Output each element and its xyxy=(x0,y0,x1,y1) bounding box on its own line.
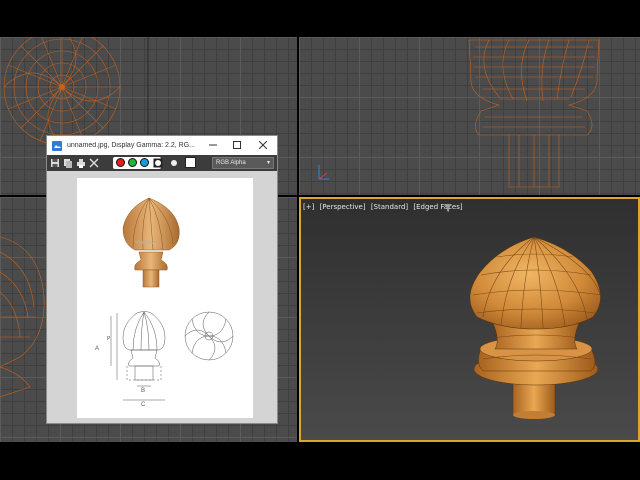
alpha-channel-icon[interactable] xyxy=(153,158,163,168)
blue-channel-icon[interactable] xyxy=(140,158,149,167)
image-canvas[interactable]: •furnite• A P B C xyxy=(47,171,277,423)
window-title: unnamed.jpg, Display Gamma: 2.2, RG... xyxy=(67,142,195,149)
image-viewer-window[interactable]: unnamed.jpg, Display Gamma: 2.2, RG... R… xyxy=(46,135,278,424)
maximize-icon[interactable] xyxy=(229,138,245,152)
watermark: •furnite• xyxy=(135,240,156,246)
front-wireframe xyxy=(318,39,600,188)
dimension-label-b: B xyxy=(141,388,146,394)
viewport-perspective[interactable]: [+] [Perspective] [Standard] [Edged Face… xyxy=(299,197,640,442)
green-channel-icon[interactable] xyxy=(128,158,137,167)
reference-image: •furnite• A P B C xyxy=(77,178,253,418)
image-file-icon xyxy=(52,140,62,151)
dimension-label-c: C xyxy=(141,402,146,408)
close-icon[interactable] xyxy=(255,138,271,152)
letterbox-top xyxy=(0,0,640,37)
channel-select[interactable]: RGB Alpha ▾ xyxy=(212,157,274,169)
minimize-icon[interactable] xyxy=(205,138,221,152)
viewport-front[interactable] xyxy=(299,37,640,195)
chevron-down-icon: ▾ xyxy=(266,160,270,166)
save-icon[interactable] xyxy=(50,158,60,168)
finial-reference-drawing xyxy=(110,197,234,401)
image-viewer-titlebar[interactable]: unnamed.jpg, Display Gamma: 2.2, RG... xyxy=(47,136,277,155)
letterbox-bottom xyxy=(0,442,640,480)
mono-icon[interactable] xyxy=(169,158,179,168)
print-icon[interactable] xyxy=(76,158,86,168)
red-channel-icon[interactable] xyxy=(116,158,125,167)
clear-icon[interactable] xyxy=(89,158,99,168)
image-viewer-toolbar: RGB Alpha ▾ xyxy=(47,155,277,171)
perspective-model xyxy=(469,236,602,419)
dimension-label-a: A xyxy=(95,346,100,352)
channel-select-value: RGB Alpha xyxy=(216,160,246,166)
dimension-label-p: P xyxy=(107,336,111,342)
background-color-swatch[interactable] xyxy=(185,157,196,168)
copy-icon[interactable] xyxy=(63,158,73,168)
